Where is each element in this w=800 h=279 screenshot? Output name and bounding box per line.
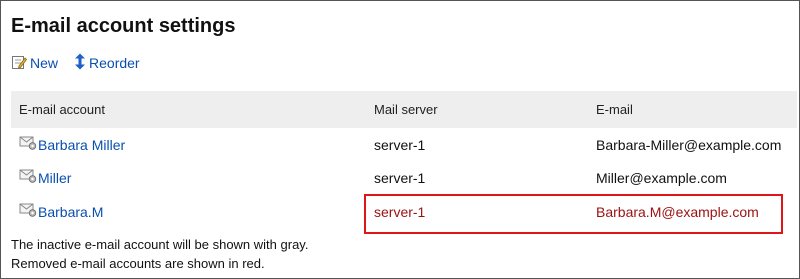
new-button[interactable]: New bbox=[11, 54, 58, 73]
new-label: New bbox=[30, 55, 59, 71]
toolbar: New Reorder bbox=[11, 52, 140, 74]
reorder-button[interactable]: Reorder bbox=[74, 53, 140, 73]
account-name: Barbara Miller bbox=[38, 137, 126, 153]
window-frame: E-mail account settings New Reorder E-ma… bbox=[0, 0, 800, 279]
column-header-server: Mail server bbox=[374, 102, 438, 117]
new-icon bbox=[11, 54, 28, 73]
table-row: Miller server-1 Miller@example.com bbox=[11, 162, 797, 195]
removed-note: Removed e-mail accounts are shown in red… bbox=[11, 256, 265, 271]
account-link[interactable]: Barbara.M bbox=[19, 196, 103, 229]
reorder-label: Reorder bbox=[89, 55, 140, 71]
account-name: Miller bbox=[38, 170, 72, 186]
server-cell: server-1 bbox=[374, 170, 426, 186]
account-name: Barbara.M bbox=[38, 204, 104, 220]
table-row: Barbara Miller server-1 Barbara-Miller@e… bbox=[11, 129, 797, 162]
table-header: E-mail account Mail server E-mail bbox=[11, 91, 797, 128]
mail-account-icon bbox=[19, 162, 37, 195]
account-link[interactable]: Miller bbox=[19, 162, 71, 195]
email-cell: Barbara-Miller@example.com bbox=[596, 137, 782, 153]
account-link[interactable]: Barbara Miller bbox=[19, 129, 125, 162]
column-header-account: E-mail account bbox=[19, 102, 105, 117]
inactive-note: The inactive e-mail account will be show… bbox=[11, 237, 309, 252]
email-cell: Miller@example.com bbox=[596, 170, 727, 186]
highlight-box bbox=[364, 194, 783, 234]
page-title: E-mail account settings bbox=[11, 15, 236, 37]
mail-account-icon bbox=[19, 129, 37, 162]
mail-account-icon bbox=[19, 196, 37, 229]
column-header-email: E-mail bbox=[596, 102, 633, 117]
reorder-icon bbox=[74, 53, 86, 73]
server-cell: server-1 bbox=[374, 137, 426, 153]
